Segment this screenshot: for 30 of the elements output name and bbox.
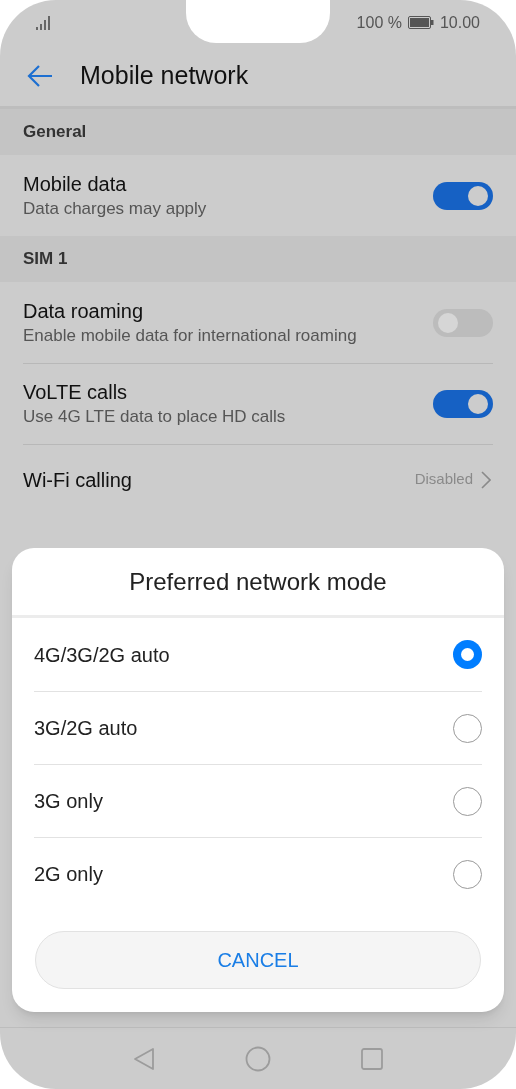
status-time: 10.00 (439, 12, 480, 33)
battery-icon (407, 16, 434, 29)
back-icon (133, 1046, 155, 1071)
radio-button[interactable] (453, 640, 482, 669)
cancel-button[interactable]: CANCEL (35, 931, 481, 989)
recents-icon (361, 1047, 383, 1070)
page-title: Mobile network (80, 59, 249, 91)
back-arrow-icon (26, 63, 54, 88)
setting-description: Use 4G LTE data to place HD calls (23, 406, 287, 428)
toggle-switch[interactable] (433, 181, 493, 210)
setting-title: Data roaming (23, 298, 145, 324)
option-label: 3G/2G auto (34, 716, 139, 741)
toggle-switch[interactable] (433, 390, 493, 418)
setting-description: Data charges may apply (23, 197, 208, 220)
setting-title: Mobile data (23, 171, 128, 197)
battery-percentage: 100 % (356, 12, 402, 33)
setting-value: Disabled (414, 469, 473, 490)
toggle-switch[interactable] (433, 308, 493, 337)
setting-title: VoLTE calls (23, 380, 129, 405)
signal-icon (36, 15, 52, 30)
home-icon (245, 1045, 271, 1072)
setting-description: Enable mobile data for international roaming (23, 324, 358, 347)
option-label: 3G only (34, 789, 104, 814)
dialog-title: Preferred network mode (129, 566, 387, 597)
section-header: SIM 1 (23, 248, 68, 271)
option-label: 4G/3G/2G auto (34, 642, 171, 668)
section-header: General (23, 121, 87, 144)
setting-title: Wi-Fi calling (23, 467, 133, 493)
chevron-right-icon (481, 470, 491, 489)
option-label: 2G only (34, 862, 104, 887)
